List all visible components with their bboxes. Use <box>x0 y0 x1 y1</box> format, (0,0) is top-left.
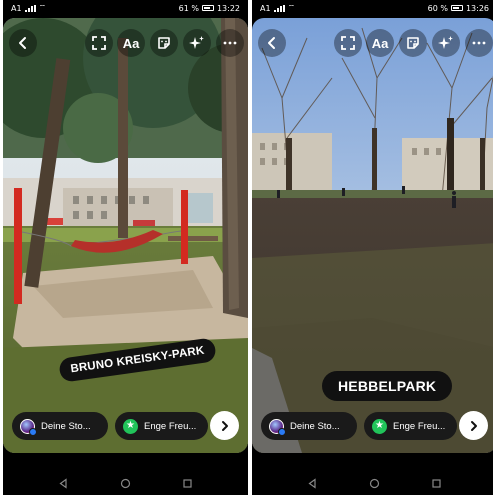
chevron-left-icon <box>268 37 275 49</box>
status-bar: A1 ⌔ 60 % 13:26 <box>252 0 493 16</box>
wifi-icon: ⌔ <box>287 3 296 12</box>
sticker-button[interactable] <box>150 29 178 57</box>
nav-home-button[interactable] <box>368 476 382 490</box>
more-icon <box>472 41 486 45</box>
close-friends-button[interactable]: ★ Enge Freu... <box>115 412 208 440</box>
chevron-left-icon <box>19 37 26 49</box>
status-bar: A1 ⌔ 61 % 13:22 <box>3 0 248 16</box>
effects-button[interactable] <box>183 29 211 57</box>
text-tool-label: Aa <box>122 35 140 51</box>
circle-home-icon <box>120 478 131 488</box>
next-button[interactable] <box>459 411 488 440</box>
expand-icon <box>341 36 355 50</box>
system-nav-bar <box>3 471 248 495</box>
story-editor-screen-right: A1 ⌔ 60 % 13:26 Aa HEBBELPARK Deine Sto.… <box>252 0 493 495</box>
triangle-back-icon <box>59 477 67 489</box>
story-editor-screen-left: A1 ⌔ 61 % 13:22 Aa BRUNO KREISKY-PARK De… <box>3 0 248 495</box>
text-tool-button[interactable]: Aa <box>366 29 394 57</box>
close-friends-button[interactable]: ★ Enge Freu... <box>364 412 457 440</box>
battery-icon <box>201 5 214 11</box>
sticker-button[interactable] <box>399 29 427 57</box>
nav-home-button[interactable] <box>119 476 133 490</box>
carrier-label: A1 <box>260 3 271 13</box>
signal-icon <box>273 4 285 12</box>
avatar <box>269 418 286 436</box>
system-nav-bar <box>252 471 493 495</box>
location-sticker[interactable]: HEBBELPARK <box>322 371 453 401</box>
clock: 13:26 <box>465 3 489 13</box>
nav-recents-button[interactable] <box>430 476 444 490</box>
sticker-icon <box>158 37 170 49</box>
sparkles-icon <box>438 36 453 49</box>
share-bar: Deine Sto... ★ Enge Freu... <box>3 411 248 442</box>
your-story-label: Deine Sto... <box>290 420 340 432</box>
expand-button[interactable] <box>85 29 113 57</box>
triangle-back-icon <box>308 477 316 489</box>
back-button[interactable] <box>258 29 286 57</box>
story-toolbar: Aa <box>9 29 244 57</box>
battery-percent: 60 % <box>427 3 448 13</box>
add-badge-icon <box>29 427 37 436</box>
more-button[interactable] <box>465 29 493 57</box>
more-button[interactable] <box>216 29 244 57</box>
your-story-button[interactable]: Deine Sto... <box>261 412 357 440</box>
signal-icon <box>24 4 36 12</box>
close-friends-label: Enge Freu... <box>393 420 446 432</box>
sticker-icon <box>407 37 419 49</box>
chevron-right-icon <box>470 420 477 431</box>
more-icon <box>223 41 237 45</box>
story-canvas[interactable]: Aa HEBBELPARK <box>252 18 493 453</box>
star-icon: ★ <box>372 418 387 434</box>
story-toolbar: Aa <box>258 29 493 57</box>
circle-home-icon <box>369 478 380 488</box>
add-badge-icon <box>278 427 286 436</box>
clock: 13:22 <box>216 3 240 13</box>
your-story-button[interactable]: Deine Sto... <box>12 412 108 440</box>
square-recents-icon <box>183 478 192 488</box>
close-friends-label: Enge Freu... <box>144 420 197 432</box>
wifi-icon: ⌔ <box>38 3 47 12</box>
your-story-label: Deine Sto... <box>41 420 91 432</box>
nav-recents-button[interactable] <box>181 476 195 490</box>
text-tool-button[interactable]: Aa <box>117 29 145 57</box>
nav-back-button[interactable] <box>57 476 71 490</box>
nav-back-button[interactable] <box>306 476 320 490</box>
text-tool-label: Aa <box>371 35 389 51</box>
effects-button[interactable] <box>432 29 460 57</box>
back-button[interactable] <box>9 29 37 57</box>
star-icon: ★ <box>123 418 138 434</box>
chevron-right-icon <box>221 420 228 431</box>
park-photo <box>3 18 248 453</box>
carrier-label: A1 <box>11 3 22 13</box>
battery-icon <box>450 5 463 11</box>
avatar <box>20 418 37 436</box>
next-button[interactable] <box>210 411 239 440</box>
battery-percent: 61 % <box>178 3 199 13</box>
expand-button[interactable] <box>334 29 362 57</box>
expand-icon <box>92 36 106 50</box>
square-recents-icon <box>432 478 441 488</box>
share-bar: Deine Sto... ★ Enge Freu... <box>252 411 493 442</box>
sparkles-icon <box>189 36 204 49</box>
story-canvas[interactable]: Aa BRUNO KREISKY-PARK <box>3 18 248 453</box>
